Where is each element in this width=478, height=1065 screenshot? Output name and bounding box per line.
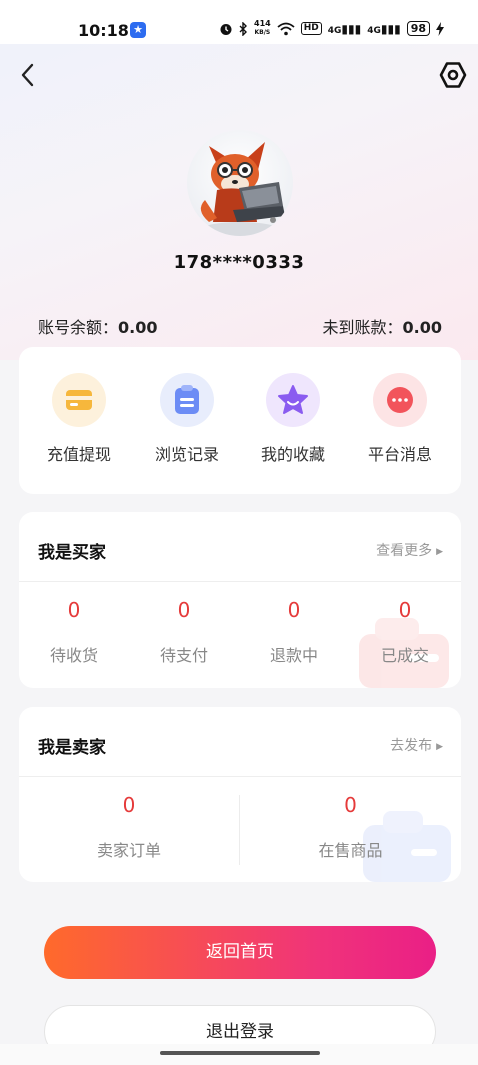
caret-right-icon: ▶ <box>436 742 443 752</box>
bluetooth-icon <box>239 21 248 36</box>
battery-indicator: 98 <box>406 21 430 36</box>
stat-value: 0 <box>67 598 81 622</box>
buyer-view-more-label: 查看更多 <box>376 543 433 559</box>
star-icon <box>266 373 320 427</box>
stat-label: 退款中 <box>269 646 318 665</box>
stat-seller-orders[interactable]: 0 卖家订单 <box>19 793 239 861</box>
settings-button[interactable] <box>438 60 468 90</box>
action-label: 我的收藏 <box>260 445 325 464</box>
buyer-view-more-link[interactable]: 查看更多 ▶ <box>376 540 443 560</box>
stat-completed[interactable]: 0 已成交 <box>350 598 460 666</box>
signal-bars-icon: ▮▮▮ <box>380 21 401 36</box>
account-balance: 账号余额：0.00 <box>38 314 158 338</box>
stat-label: 待支付 <box>159 646 208 665</box>
seller-title: 我是卖家 <box>38 738 106 758</box>
action-recharge-withdraw[interactable]: 充值提现 <box>24 373 134 465</box>
signal-2-label: 4G <box>367 25 381 36</box>
stat-value: 0 <box>177 598 191 622</box>
status-time: 10:18 <box>78 21 129 40</box>
seller-publish-label: 去发布 <box>390 738 433 754</box>
status-bar: 10:18 ★ 414 KB/S HD 4G▮▮▮ 4G▮▮▮ 98 <box>0 0 478 44</box>
wallet-icon <box>52 373 106 427</box>
buyer-card-header: 我是买家 查看更多 ▶ <box>19 512 461 582</box>
quick-actions-card: 充值提现 浏览记录 我的收藏 平台消息 <box>19 347 461 494</box>
message-icon <box>373 373 427 427</box>
stat-value: 0 <box>344 793 357 817</box>
clipboard-icon <box>160 373 214 427</box>
seller-publish-link[interactable]: 去发布 ▶ <box>390 735 443 755</box>
hd-badge: HD <box>300 22 322 35</box>
signal-1-label: 4G <box>327 25 342 36</box>
signal-bars-icon: ▮▮▮ <box>341 21 362 36</box>
pending-balance-label: 未到账款： <box>322 318 403 337</box>
stat-to-pay[interactable]: 0 待支付 <box>129 598 239 666</box>
action-browse-history[interactable]: 浏览记录 <box>132 373 242 465</box>
account-balance-value: 0.00 <box>118 318 158 337</box>
alarm-icon <box>220 23 232 35</box>
stat-label: 待收货 <box>49 646 98 665</box>
avatar[interactable] <box>187 130 293 236</box>
seller-card-header: 我是卖家 去发布 ▶ <box>19 707 461 777</box>
back-to-home-button[interactable]: 返回首页 <box>44 926 436 979</box>
charging-icon <box>436 21 444 36</box>
stat-label: 卖家订单 <box>96 841 161 860</box>
home-indicator[interactable] <box>160 1051 320 1055</box>
stat-value: 0 <box>398 598 412 622</box>
phone-number: 178****0333 <box>173 252 305 273</box>
fox-avatar-image <box>200 142 285 236</box>
net-speed-unit: KB/S <box>254 29 271 36</box>
action-platform-messages[interactable]: 平台消息 <box>345 373 455 465</box>
wifi-icon <box>277 22 295 35</box>
net-speed: 414 KB/S <box>254 20 271 37</box>
stat-to-receive[interactable]: 0 待收货 <box>19 598 129 666</box>
caret-right-icon: ▶ <box>436 547 443 557</box>
action-label: 浏览记录 <box>154 445 219 464</box>
action-favorites[interactable]: 我的收藏 <box>238 373 348 465</box>
seller-card: 我是卖家 去发布 ▶ 0 卖家订单 0 在售商品 <box>19 707 461 882</box>
buyer-title: 我是买家 <box>38 543 106 563</box>
pending-balance-value: 0.00 <box>402 318 442 337</box>
status-indicators: 414 KB/S HD 4G▮▮▮ 4G▮▮▮ 98 <box>219 20 444 37</box>
stat-on-sale[interactable]: 0 在售商品 <box>240 793 461 861</box>
action-label: 平台消息 <box>367 445 432 464</box>
stat-label: 在售商品 <box>318 841 383 860</box>
signal-1: 4G▮▮▮ <box>328 22 361 36</box>
app-notification-icon: ★ <box>130 22 146 38</box>
pending-balance: 未到账款：0.00 <box>323 314 443 338</box>
stat-refunding[interactable]: 0 退款中 <box>239 598 349 666</box>
net-speed-value: 414 <box>254 19 271 28</box>
action-label: 充值提现 <box>46 445 111 464</box>
buyer-card: 我是买家 查看更多 ▶ 0 待收货 0 待支付 0 退款中 0 已成交 <box>19 512 461 688</box>
back-button[interactable] <box>16 60 40 90</box>
stat-value: 0 <box>122 793 136 817</box>
chevron-left-icon <box>21 63 34 87</box>
signal-2: 4G▮▮▮ <box>367 22 400 36</box>
settings-hexagon-icon <box>439 62 467 88</box>
stat-value: 0 <box>287 598 301 622</box>
account-balance-label: 账号余额： <box>38 318 119 337</box>
stat-label: 已成交 <box>380 646 429 665</box>
